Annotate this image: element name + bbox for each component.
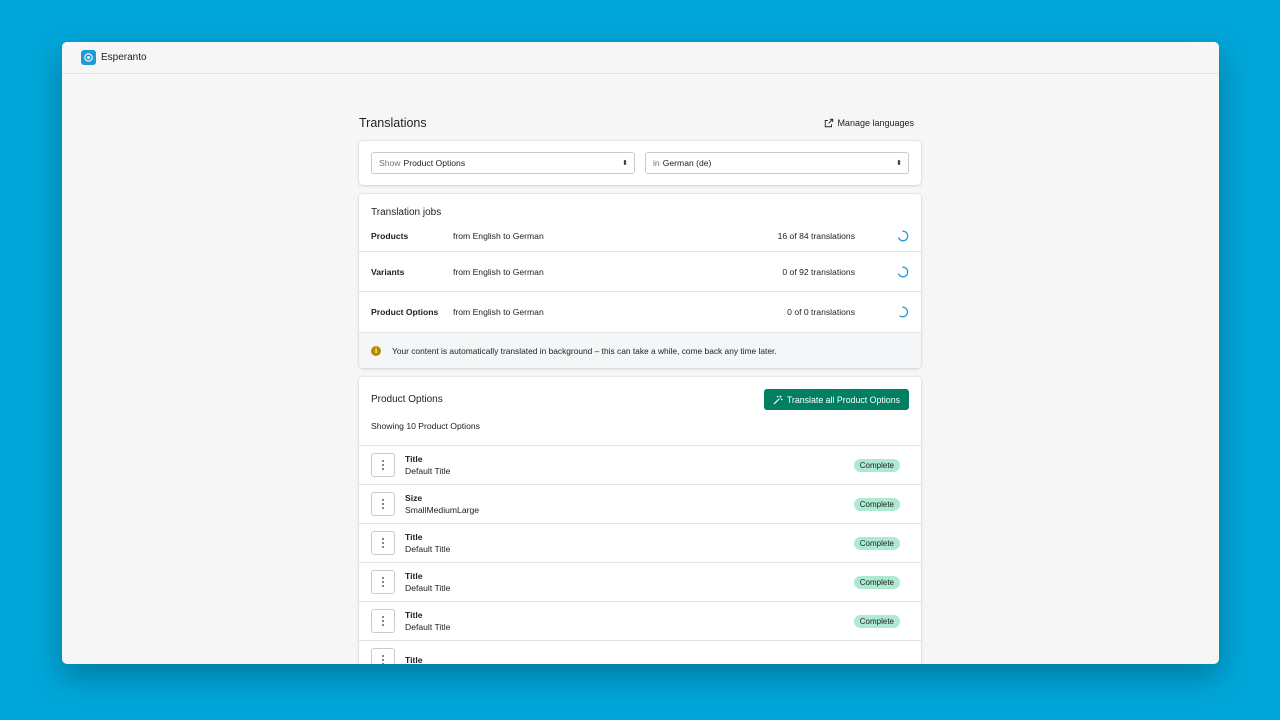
job-name: Products (371, 230, 409, 241)
info-icon: i (371, 345, 381, 356)
status-badge: Complete (853, 614, 900, 628)
show-select-value: Product Options (403, 158, 466, 168)
show-select-prefix: Show (379, 158, 401, 168)
select-arrows-icon: ⬍ (896, 159, 902, 167)
option-value: Default Title (405, 583, 451, 593)
manage-languages-label: Manage languages (837, 118, 914, 128)
option-row[interactable]: Title Default Title Complete (359, 445, 921, 484)
spinner-icon (897, 266, 909, 277)
translation-jobs-card: Translation jobs Products from English t… (359, 194, 921, 368)
option-name: Title (405, 610, 423, 620)
status-badge: Complete (853, 575, 900, 589)
option-row[interactable]: Title Default Title Complete (359, 523, 921, 562)
job-direction: from English to German (453, 266, 544, 277)
product-options-card: Product Options Translate all Product Op… (359, 377, 921, 664)
option-name: Title (405, 571, 423, 581)
option-name: Size (405, 493, 423, 503)
option-row[interactable]: Title Default Title Complete (359, 562, 921, 601)
job-direction: from English to German (453, 307, 544, 317)
app-window: Esperanto Translations Manage languages … (62, 42, 1219, 664)
job-name: Product Options (371, 307, 439, 317)
top-bar: Esperanto (62, 42, 1219, 74)
language-select[interactable]: in German (de) ⬍ (645, 152, 909, 174)
options-title: Product Options (371, 394, 443, 405)
job-direction: from English to German (453, 230, 544, 241)
translate-all-button[interactable]: Translate all Product Options (763, 389, 909, 410)
more-actions-icon[interactable] (371, 609, 395, 633)
option-value: Default Title (405, 544, 451, 554)
jobs-title: Translation jobs (371, 207, 442, 218)
more-actions-icon[interactable] (371, 648, 395, 664)
more-actions-icon[interactable] (371, 531, 395, 555)
manage-languages-link[interactable]: Manage languages (824, 118, 914, 128)
job-row: Products from English to German 16 of 84… (359, 220, 921, 252)
info-text: Your content is automatically translated… (392, 345, 777, 356)
external-link-icon (825, 118, 834, 128)
magic-wand-icon (773, 394, 783, 404)
option-value: Default Title (405, 622, 451, 632)
main-content: Translations Manage languages Show Produc… (359, 112, 921, 664)
status-badge: Complete (853, 497, 900, 511)
option-value: Default Title (405, 466, 451, 476)
option-row[interactable]: Title (359, 640, 921, 664)
option-row[interactable]: Size SmallMediumLarge Complete (359, 484, 921, 523)
more-actions-icon[interactable] (371, 570, 395, 594)
job-name: Variants (371, 266, 405, 277)
page-header: Translations Manage languages (359, 112, 921, 134)
option-row[interactable]: Title Default Title Complete (359, 601, 921, 640)
show-select[interactable]: Show Product Options ⬍ (371, 152, 635, 174)
select-arrows-icon: ⬍ (622, 159, 628, 167)
spinner-icon (899, 306, 909, 318)
showing-count: Showing 10 Product Options (371, 421, 480, 431)
job-row: Product Options from English to German 0… (359, 292, 921, 332)
option-name: Title (405, 655, 423, 664)
option-name: Title (405, 532, 423, 542)
more-actions-icon[interactable] (371, 453, 395, 477)
more-actions-icon[interactable] (371, 492, 395, 516)
job-count: 16 of 84 translations (777, 230, 855, 241)
status-badge: Complete (853, 536, 900, 550)
filter-card: Show Product Options ⬍ in German (de) ⬍ (359, 141, 921, 185)
language-select-prefix: in (653, 158, 660, 168)
option-name: Title (405, 454, 423, 464)
option-value: SmallMediumLarge (405, 505, 480, 515)
language-select-value: German (de) (662, 158, 712, 168)
spinner-icon (897, 230, 909, 241)
app-name: Esperanto (101, 52, 147, 63)
job-count: 0 of 92 translations (782, 266, 855, 277)
info-banner: i Your content is automatically translat… (359, 332, 921, 368)
status-badge: Complete (853, 458, 900, 472)
job-count: 0 of 0 translations (787, 307, 855, 317)
translate-all-label: Translate all Product Options (786, 394, 900, 405)
app-logo-icon (81, 50, 96, 65)
job-row: Variants from English to German 0 of 92 … (359, 252, 921, 292)
options-header: Product Options Translate all Product Op… (359, 377, 921, 410)
page-title: Translations (359, 116, 427, 130)
